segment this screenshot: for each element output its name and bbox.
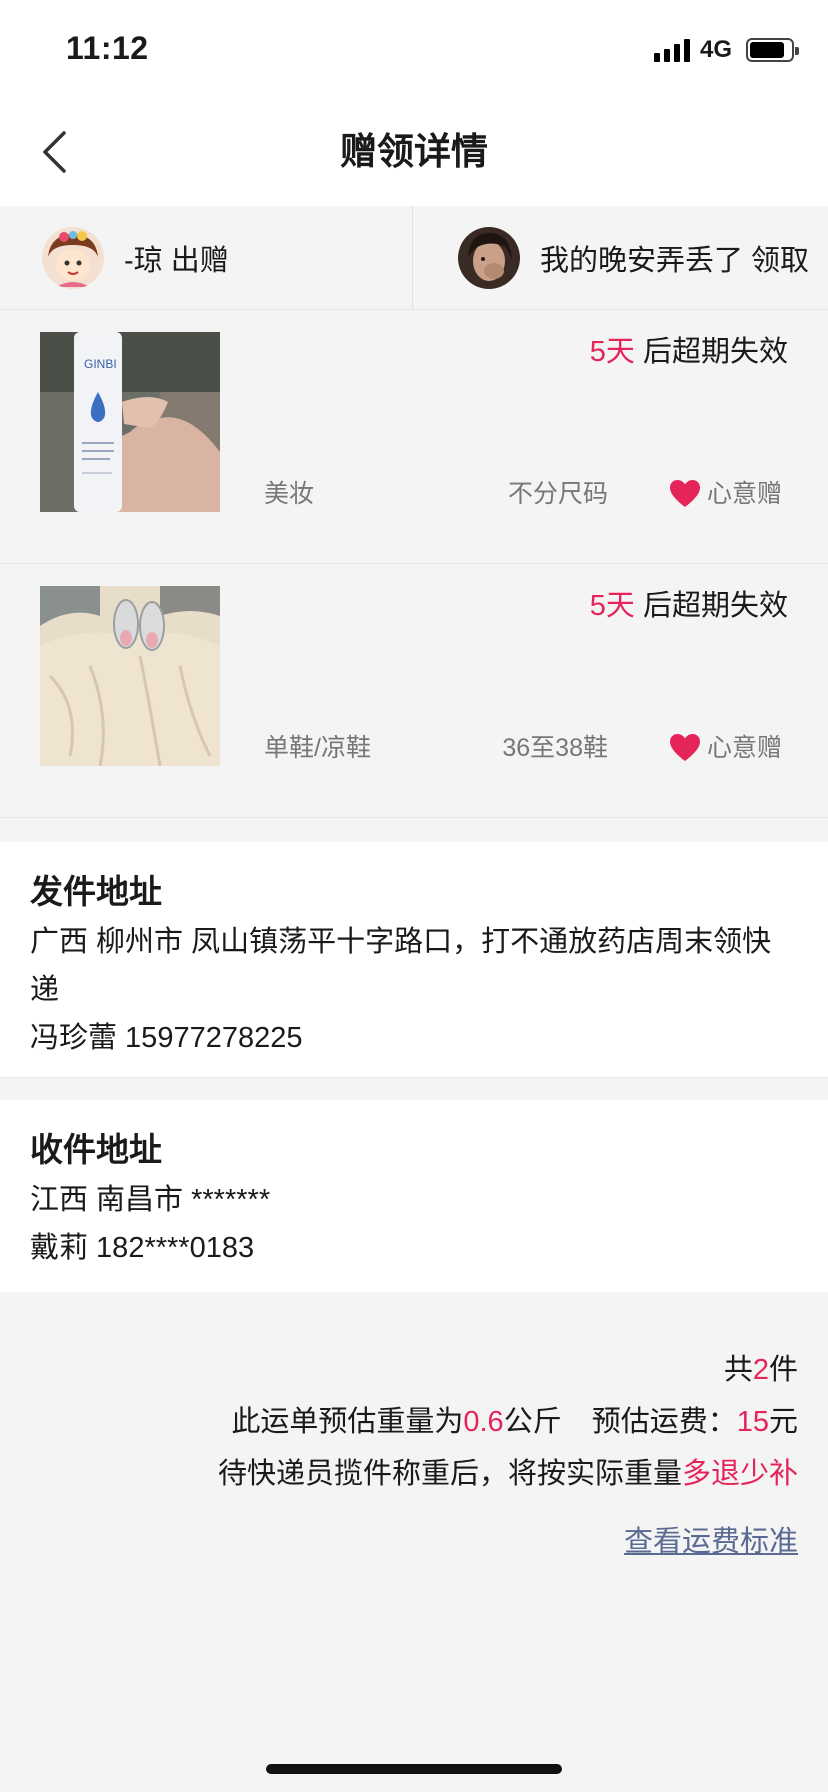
expiry-suffix: 后超期失效 xyxy=(634,336,788,368)
item-tag-label: 心意赠 xyxy=(706,480,782,508)
note-prefix: 待快递员揽件称重后，将按实际重量 xyxy=(217,1458,682,1490)
parties-row: -琼 出赠 我的晚安弄丢了 领取 xyxy=(0,206,828,310)
gift-item[interactable]: 5天 后超期失效 单鞋/凉鞋 36至38鞋 心意赠 xyxy=(0,564,828,818)
item-category: 美妆 xyxy=(264,480,315,508)
signal-icon xyxy=(653,38,690,62)
expiry-days: 5天 xyxy=(589,336,635,368)
item-photo[interactable] xyxy=(40,586,220,766)
fee-label: 预估运费： xyxy=(591,1406,737,1438)
count-prefix: 共 xyxy=(723,1354,753,1386)
weight-prefix: 此运单预估重量为 xyxy=(231,1406,464,1438)
item-size: 不分尺码 xyxy=(507,480,608,508)
home-indicator xyxy=(266,1764,562,1774)
sender-contact: 冯珍蕾 15977278225 xyxy=(30,1022,303,1054)
fee-unit: 元 xyxy=(768,1406,798,1438)
item-count: 共2件 xyxy=(0,1344,798,1396)
sender-address-line-2: 递 xyxy=(30,974,60,1006)
count-value: 2 xyxy=(752,1354,769,1386)
sender-address-line: 广西 柳州市 凤山镇荡平十字路口，打不通放药店周末领快 xyxy=(30,926,772,958)
fee-value: 15 xyxy=(736,1406,769,1438)
spray-bottle-photo: GINBI xyxy=(40,332,220,512)
network-label: 4G xyxy=(699,36,732,63)
giver-avatar[interactable] xyxy=(42,227,104,289)
receiver-title: 收件地址 xyxy=(30,1131,162,1168)
receiver[interactable]: 我的晚安弄丢了 领取 xyxy=(413,206,828,310)
item-size: 36至38鞋 xyxy=(502,734,608,762)
expiry-suffix: 后超期失效 xyxy=(634,590,788,622)
heart-icon xyxy=(669,479,701,509)
battery-icon xyxy=(746,38,799,62)
expiry-notice: 5天 后超期失效 xyxy=(590,586,788,626)
receiver-contact: 戴莉 182****0183 xyxy=(30,1232,255,1264)
expiry-days: 5天 xyxy=(589,590,635,622)
receiver-avatar[interactable] xyxy=(458,227,520,289)
svg-text:GINBI: GINBI xyxy=(84,357,117,371)
item-category: 单鞋/凉鞋 xyxy=(264,734,371,762)
item-tag-label: 心意赠 xyxy=(706,734,782,762)
page-title: 赠领详情 xyxy=(340,131,488,172)
status-indicators: 4G xyxy=(653,36,799,64)
giver-label: -琼 出赠 xyxy=(124,245,229,277)
weight-value: 0.6 xyxy=(463,1406,504,1438)
shoes-photo xyxy=(40,586,220,766)
fee-standard-link[interactable]: 查看运费标准 xyxy=(624,1516,798,1568)
receiver-label: 我的晚安弄丢了 领取 xyxy=(540,245,810,277)
count-suffix: 件 xyxy=(768,1354,798,1386)
nav-bar: 赠领详情 xyxy=(0,100,828,206)
weight-unit: 公斤 xyxy=(503,1406,562,1438)
receiver-address-line: 江西 南昌市 ******* xyxy=(30,1184,271,1216)
gift-item[interactable]: GINBI 5天 后超期失效 美妆 不分尺码 心意赠 xyxy=(0,310,828,564)
shipping-summary: 共2件 此运单预估重量为0.6公斤 预估运费：15元 待快递员揽件称重后，将按实际… xyxy=(0,1292,828,1742)
expiry-notice: 5天 后超期失效 xyxy=(590,332,788,372)
item-tag: 心意赠 xyxy=(669,476,782,512)
note-accent: 多退少补 xyxy=(681,1458,798,1490)
giver[interactable]: -琼 出赠 xyxy=(0,206,413,310)
item-photo[interactable]: GINBI xyxy=(40,332,220,512)
weight-note: 待快递员揽件称重后，将按实际重量多退少补 xyxy=(0,1448,798,1500)
status-bar: 11:12 4G xyxy=(0,0,828,100)
weight-fee-row: 此运单预估重量为0.6公斤 预估运费：15元 xyxy=(0,1396,798,1448)
receiver-address: 收件地址 江西 南昌市 ******* 戴莉 182****0183 xyxy=(0,1100,828,1292)
item-tag: 心意赠 xyxy=(669,730,782,766)
heart-icon xyxy=(669,733,701,763)
sender-address: 发件地址 广西 柳州市 凤山镇荡平十字路口，打不通放药店周末领快 递 冯珍蕾 1… xyxy=(0,842,828,1078)
status-time: 11:12 xyxy=(66,30,149,66)
sender-title: 发件地址 xyxy=(30,873,162,910)
